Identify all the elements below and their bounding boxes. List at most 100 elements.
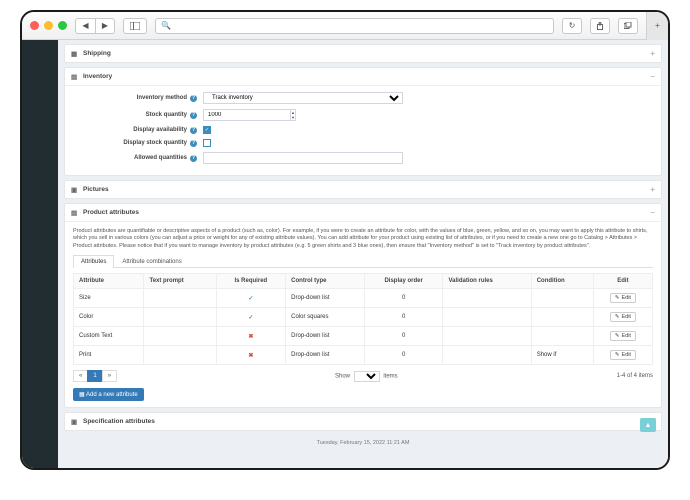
page-size-select[interactable]: 15 bbox=[354, 371, 380, 382]
col-is-required: Is Required bbox=[216, 274, 286, 289]
cell-display-order: 0 bbox=[364, 346, 443, 365]
col-validation-rules: Validation rules bbox=[443, 274, 531, 289]
col-edit: Edit bbox=[593, 274, 652, 289]
edit-button[interactable]: ✎Edit bbox=[610, 331, 636, 341]
cell-control-type: Color squares bbox=[286, 308, 365, 327]
cell-edit: ✎Edit bbox=[593, 346, 652, 365]
pager-summary: 1-4 of 4 items bbox=[617, 373, 653, 379]
x-icon: ✖ bbox=[248, 334, 253, 340]
display-stock-qty-checkbox[interactable] bbox=[203, 139, 211, 147]
check-icon: ✓ bbox=[248, 315, 253, 321]
panel-inventory: ▤ Inventory − Inventory method? Track in… bbox=[64, 67, 662, 176]
edit-button[interactable]: ✎Edit bbox=[610, 312, 636, 322]
plus-icon: ▦ bbox=[79, 392, 85, 398]
col-condition: Condition bbox=[531, 274, 593, 289]
table-row: Size✓Drop-down list0✎Edit bbox=[74, 289, 653, 308]
attributes-table: Attribute Text prompt Is Required Contro… bbox=[73, 273, 653, 365]
pager-next[interactable]: » bbox=[102, 370, 117, 382]
admin-sidebar[interactable] bbox=[22, 40, 58, 468]
stock-quantity-stepper[interactable]: ▲▼ bbox=[203, 109, 283, 121]
scroll-to-top-button[interactable]: ▲ bbox=[640, 418, 656, 432]
cell-condition bbox=[531, 327, 593, 346]
panel-title: Inventory bbox=[83, 73, 112, 80]
panel-specification-attributes-header[interactable]: ▣ Specification attributes + bbox=[65, 413, 661, 430]
cell-is-required: ✓ bbox=[216, 289, 286, 308]
hint-icon[interactable]: ? bbox=[190, 127, 197, 134]
cell-text-prompt bbox=[144, 289, 216, 308]
main-content: ▦ Shipping + ▤ Inventory − Inventory met… bbox=[58, 40, 668, 468]
panel-specification-attributes: ▣ Specification attributes + bbox=[64, 412, 662, 431]
browser-toolbar: ◀ ▶ 🔍 ↻ + bbox=[22, 12, 668, 40]
pencil-icon: ✎ bbox=[615, 333, 620, 339]
edit-button[interactable]: ✎Edit bbox=[610, 293, 636, 303]
hint-icon[interactable]: ? bbox=[190, 140, 197, 147]
back-button[interactable]: ◀ bbox=[75, 18, 95, 34]
col-text-prompt: Text prompt bbox=[144, 274, 216, 289]
spec-icon: ▣ bbox=[71, 418, 79, 426]
cell-text-prompt bbox=[144, 327, 216, 346]
tab-attribute-combinations[interactable]: Attribute combinations bbox=[114, 255, 189, 268]
hint-icon[interactable]: ? bbox=[190, 155, 197, 162]
inventory-method-select[interactable]: Track inventory bbox=[203, 92, 403, 104]
step-down-icon[interactable]: ▼ bbox=[291, 115, 295, 120]
attribute-tabs: Attributes Attribute combinations bbox=[73, 255, 653, 268]
edit-button[interactable]: ✎Edit bbox=[610, 350, 636, 360]
sitemap-icon: ▤ bbox=[71, 73, 79, 81]
expand-icon: + bbox=[650, 185, 655, 194]
table-row: Color✓Color squares0✎Edit bbox=[74, 308, 653, 327]
cell-condition bbox=[531, 289, 593, 308]
cell-condition: Show if bbox=[531, 346, 593, 365]
panel-inventory-header[interactable]: ▤ Inventory − bbox=[65, 68, 661, 86]
cell-display-order: 0 bbox=[364, 308, 443, 327]
reload-button[interactable]: ↻ bbox=[562, 18, 582, 34]
panel-title: Pictures bbox=[83, 186, 109, 193]
pencil-icon: ✎ bbox=[615, 314, 620, 320]
hint-icon[interactable]: ? bbox=[190, 112, 197, 119]
panel-shipping-header[interactable]: ▦ Shipping + bbox=[65, 45, 661, 62]
display-availability-checkbox[interactable]: ✓ bbox=[203, 126, 211, 134]
close-icon[interactable] bbox=[30, 21, 39, 30]
tab-attributes[interactable]: Attributes bbox=[73, 255, 114, 268]
col-attribute: Attribute bbox=[74, 274, 144, 289]
pager-prev[interactable]: « bbox=[73, 370, 88, 382]
share-button[interactable] bbox=[590, 18, 610, 34]
address-bar[interactable]: 🔍 bbox=[155, 18, 554, 34]
cell-edit: ✎Edit bbox=[593, 289, 652, 308]
new-tab-button[interactable]: + bbox=[646, 12, 668, 40]
minimize-icon[interactable] bbox=[44, 21, 53, 30]
panel-pictures-header[interactable]: ▣ Pictures + bbox=[65, 181, 661, 198]
cell-validation-rules bbox=[443, 308, 531, 327]
cell-attribute: Print bbox=[74, 346, 144, 365]
cell-control-type: Drop-down list bbox=[286, 327, 365, 346]
window-controls bbox=[30, 21, 67, 30]
panel-title: Product attributes bbox=[83, 209, 139, 216]
pencil-icon: ✎ bbox=[615, 352, 620, 358]
list-icon: ▤ bbox=[71, 209, 79, 217]
panel-product-attributes-header[interactable]: ▤ Product attributes − bbox=[65, 204, 661, 222]
stock-quantity-label: Stock quantity? bbox=[73, 112, 203, 119]
add-attribute-button[interactable]: ▦ Add a new attribute bbox=[73, 388, 144, 401]
hint-icon[interactable]: ? bbox=[190, 95, 197, 102]
search-icon: 🔍 bbox=[161, 21, 171, 30]
table-row: Custom Text✖Drop-down list0✎Edit bbox=[74, 327, 653, 346]
cell-is-required: ✓ bbox=[216, 308, 286, 327]
cell-edit: ✎Edit bbox=[593, 308, 652, 327]
tabs-button[interactable] bbox=[618, 18, 638, 34]
cell-validation-rules bbox=[443, 346, 531, 365]
panel-pictures: ▣ Pictures + bbox=[64, 180, 662, 199]
sidebar-toggle-button[interactable] bbox=[123, 18, 147, 34]
allowed-quantities-input[interactable] bbox=[203, 152, 403, 164]
collapse-icon: − bbox=[650, 208, 655, 217]
x-icon: ✖ bbox=[248, 353, 253, 359]
cell-text-prompt bbox=[144, 346, 216, 365]
maximize-icon[interactable] bbox=[58, 21, 67, 30]
forward-button[interactable]: ▶ bbox=[95, 18, 115, 34]
panel-shipping: ▦ Shipping + bbox=[64, 44, 662, 63]
stock-quantity-input[interactable] bbox=[203, 109, 290, 121]
pager-page-1[interactable]: 1 bbox=[87, 370, 102, 382]
truck-icon: ▦ bbox=[71, 50, 79, 58]
panel-inventory-body: Inventory method? Track inventory Stock … bbox=[65, 86, 661, 175]
table-pager: « 1 » Show 15 items 1-4 of 4 items bbox=[73, 370, 653, 382]
cell-display-order: 0 bbox=[364, 327, 443, 346]
allowed-quantities-label: Allowed quantities? bbox=[73, 155, 203, 162]
